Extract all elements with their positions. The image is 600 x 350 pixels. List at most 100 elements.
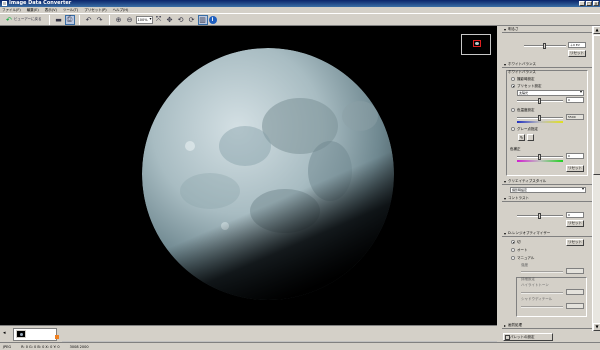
zoom-select[interactable]: 100% [135,15,153,24]
dro-auto-radio[interactable] [511,248,515,252]
status-image-size: 3008 2000 [69,344,89,349]
zoom-out-icon[interactable]: ⊖ [125,15,135,25]
section-dro-title: D-レンジオプティマイザー [508,231,551,235]
redo-icon[interactable]: ↷ [95,15,105,25]
exposure-slider-thumb[interactable] [543,43,546,49]
minimize-button[interactable]: _ [579,0,585,6]
wb-gray-label: グレー点指定 [517,127,538,131]
dro-manual-label: マニュアル [517,256,535,260]
dro-off-radio[interactable] [511,240,515,244]
filmstrip-thumbnail[interactable] [13,328,57,341]
filmstrip-toggle-icon[interactable]: ◂ [3,330,6,336]
dro-shadow-field[interactable] [566,303,584,309]
section-next-header[interactable]: ▸ 画質処理 [502,323,592,329]
apply-palette-button[interactable]: パレットの設定 [503,333,553,341]
scroll-up-arrow[interactable]: ▲ [593,26,600,34]
creative-style-dropdown[interactable]: 撮影時設定 [510,187,586,193]
app-window: Image Data Converter _ □ × ファイル(F) 編集(E)… [0,0,600,350]
wb-temp-label: 色温度設定 [517,108,535,112]
back-icon: ↶ [6,15,12,24]
section-exposure-title: 明るさ [508,27,519,31]
dro-shadow-slider[interactable] [521,306,563,308]
wb-gray-radio[interactable] [511,127,515,131]
wb-temp-colorbar [517,121,563,123]
dro-highlight-slider[interactable] [521,292,563,294]
section-next-title: 画質処理 [508,323,523,327]
rotate-right-icon[interactable]: ⟳ [187,15,197,25]
cc-colorbar [517,160,563,162]
section-wb-title: ホワイトバランス [508,62,536,66]
wb-preset-label: プリセット設定 [517,84,542,88]
close-button[interactable]: × [593,0,599,6]
dro-highlight-label: ハイライトトーン [521,283,549,287]
viewer-back-button[interactable]: ↶ ビューアーに戻る [3,15,45,25]
collapse-icon: ▾ [504,196,507,201]
wb-fine-slider[interactable] [517,98,563,104]
viewer-back-label: ビューアーに戻る [13,17,42,21]
wb-as-shot-radio[interactable] [511,77,515,81]
wb-temp-radio[interactable] [511,108,515,112]
wb-fine-value-field[interactable]: 0 [566,97,584,103]
scroll-down-arrow[interactable]: ▼ [593,323,600,331]
exposure-value-field[interactable]: ＋0 EV [568,42,586,48]
status-bar: JPEG R: 0 G: 0 B: 0 X: 0 Y: 0 3008 2000 [0,342,600,350]
undo-icon[interactable]: ↶ [84,15,94,25]
exposure-slider[interactable] [524,43,566,49]
compare-view-icon[interactable]: ▥ [197,14,208,25]
section-contrast-header[interactable]: ▾ コントラスト [502,196,592,202]
wb-preset-dropdown[interactable]: 太陽光 [517,90,584,96]
toolbar-separator [78,14,80,25]
zoom-in-icon[interactable]: ⊕ [114,15,124,25]
cc-value-field[interactable]: 0 [566,153,584,159]
fit-to-window-icon[interactable]: ⤧ [154,15,164,25]
wb-reset-button[interactable]: リセット [566,165,584,172]
section-creative-style-header[interactable]: ▾ クリエイティブスタイル [502,179,592,185]
dro-reset-button[interactable]: リセット [566,239,584,246]
scroll-thumb[interactable] [593,35,600,175]
info-icon[interactable]: i [208,15,217,24]
image-canvas[interactable] [0,26,497,325]
dro-level-field[interactable] [566,268,584,274]
contrast-reset-button[interactable]: リセット [566,220,584,227]
dro-manual-radio[interactable] [511,256,515,260]
contrast-value-field[interactable]: 0 [566,212,584,218]
window-title: Image Data Converter [9,0,72,6]
gray-swatch-icon[interactable] [527,134,534,141]
dro-level-slider[interactable] [521,271,563,273]
window-controls: _ □ × [579,0,599,6]
dro-highlight-field[interactable] [566,289,584,295]
rotate-left-icon[interactable]: ⟲ [176,15,186,25]
cc-slider[interactable] [517,154,563,160]
section-contrast-title: コントラスト [508,196,529,200]
status-pixel-info: R: 0 G: 0 B: 0 X: 0 Y: 0 [21,344,60,349]
section-wb-header[interactable]: ▾ ホワイトバランス [502,62,592,68]
navigator-thumbnail[interactable] [461,34,491,55]
navigator-view-rect[interactable] [473,40,481,47]
wb-temp-value-field[interactable]: 5500 [566,114,584,120]
dro-detail-label: 詳細設定 [521,277,535,281]
wb-fine-slider-thumb[interactable] [538,98,541,104]
apply-bar: パレットの設定 [502,331,600,342]
print-icon[interactable]: ⎙ [64,14,75,25]
moon-photo [142,48,394,300]
wb-preset-radio[interactable] [511,84,515,88]
hand-tool-icon[interactable]: ✥ [165,15,175,25]
save-icon[interactable]: ▬ [54,15,64,25]
toolbar-separator [108,14,110,25]
wb-as-shot-label: 撮影時設定 [517,77,535,81]
exposure-reset-button[interactable]: リセット [568,50,586,57]
section-creative-style-title: クリエイティブスタイル [508,179,547,183]
panel-scrollbar[interactable]: ▲ ▼ [592,26,600,331]
dro-auto-label: オート [517,248,528,252]
app-icon [2,1,7,6]
contrast-slider[interactable] [517,213,563,219]
section-exposure-header[interactable]: ▾ 明るさ [502,27,592,33]
wb-temp-slider[interactable] [517,115,563,121]
contrast-slider-thumb[interactable] [538,213,541,219]
maximize-button[interactable]: □ [586,0,592,6]
expand-icon: ▸ [504,323,507,328]
collapse-icon: ▾ [504,62,507,67]
eyedropper-icon[interactable]: ✎ [518,134,525,141]
dro-shadow-label: シャドウディテール [521,297,553,301]
section-dro-header[interactable]: ▾ D-レンジオプティマイザー [502,231,592,237]
